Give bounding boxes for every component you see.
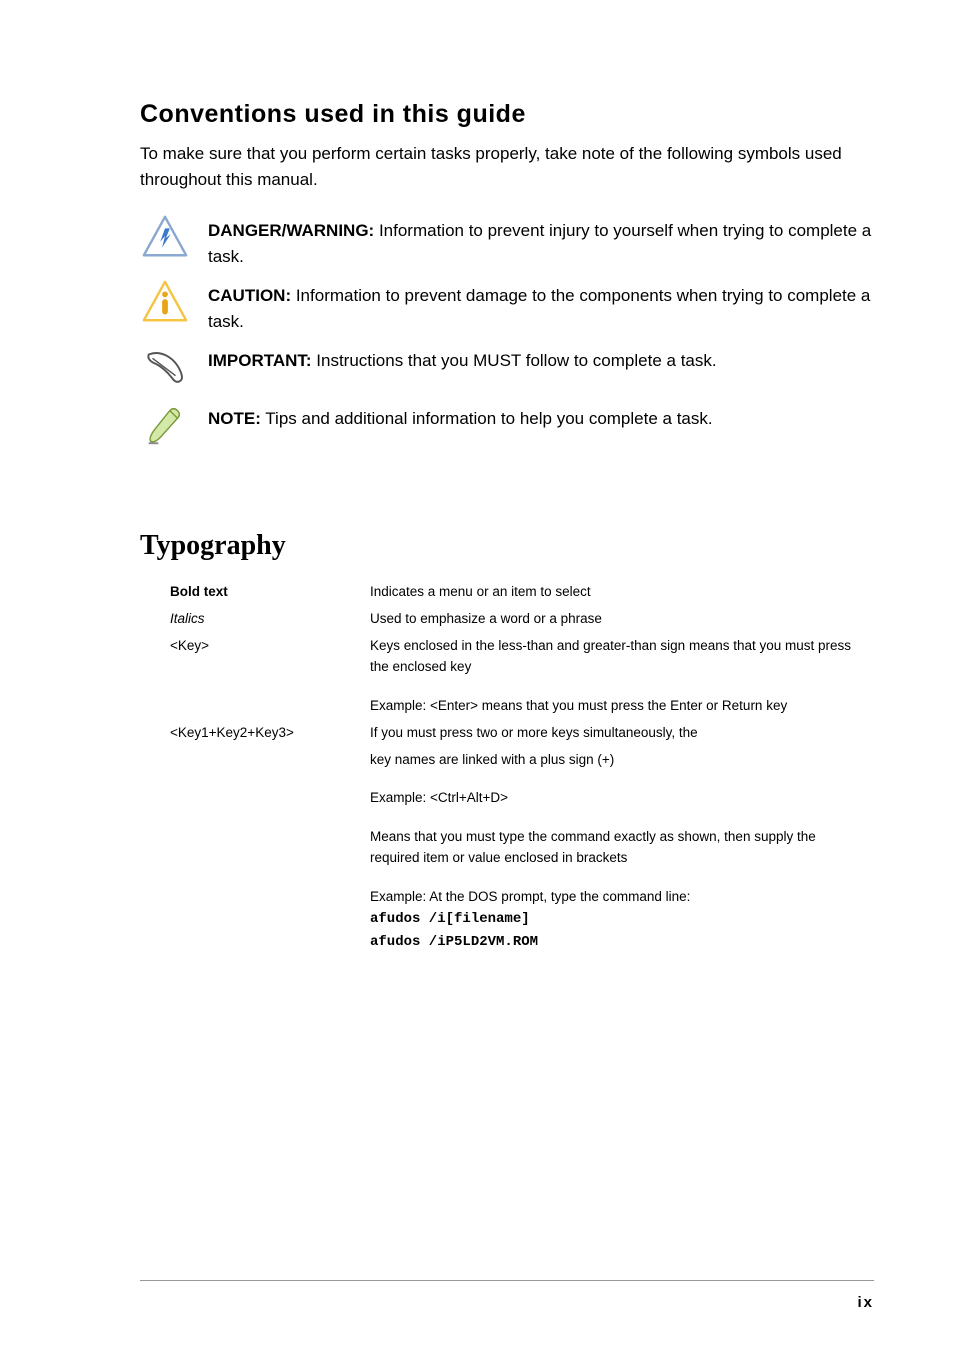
typo-term-key: <Key> [170,636,370,678]
typo-row-example2: Example: <Ctrl+Alt+D> [170,788,874,809]
note-label: NOTE: [208,409,261,428]
typo-term-italics: Italics [170,609,370,630]
convention-danger: DANGER/WARNING: Information to prevent i… [140,212,874,269]
convention-important: IMPORTANT: Instructions that you MUST fo… [140,342,874,392]
typography-table: Bold text Indicates a menu or an item to… [170,582,874,954]
convention-caution: CAUTION: Information to prevent damage t… [140,277,874,334]
conventions-intro: To make sure that you perform certain ta… [140,141,874,192]
convention-important-text: IMPORTANT: Instructions that you MUST fo… [208,342,874,374]
typo-desc-multikey1: If you must press two or more keys simul… [370,723,874,744]
typo-command-desc: Means that you must type the command exa… [370,827,874,869]
note-desc: Tips and additional information to help … [261,409,713,428]
convention-note: NOTE: Tips and additional information to… [140,400,874,450]
caution-label: CAUTION: [208,286,291,305]
typo-row-example1: Example: <Enter> means that you must pre… [170,696,874,717]
typo-row-multikey2: key names are linked with a plus sign (+… [170,750,874,771]
typo-command2: afudos /iP5LD2VM.ROM [370,934,538,950]
typo-term-multikey: <Key1+Key2+Key3> [170,723,370,744]
typo-row-example3: Example: At the DOS prompt, type the com… [170,887,874,953]
typo-row-bold: Bold text Indicates a menu or an item to… [170,582,874,603]
typo-row-key: <Key> Keys enclosed in the less-than and… [170,636,874,678]
typo-row-multikey: <Key1+Key2+Key3> If you must press two o… [170,723,874,744]
danger-label: DANGER/WARNING: [208,221,374,240]
typo-desc-bold: Indicates a menu or an item to select [370,582,874,603]
typo-command1: afudos /i[filename] [370,911,530,927]
important-icon [140,342,190,392]
important-label: IMPORTANT: [208,351,312,370]
typo-example3-intro: Example: At the DOS prompt, type the com… [370,889,690,904]
important-desc: Instructions that you MUST follow to com… [312,351,717,370]
convention-danger-text: DANGER/WARNING: Information to prevent i… [208,212,874,269]
typo-term-bold: Bold text [170,582,370,603]
typo-row-command: Means that you must type the command exa… [170,827,874,869]
caution-icon [140,277,190,327]
caution-desc: Information to prevent damage to the com… [208,286,870,331]
typo-desc-key: Keys enclosed in the less-than and great… [370,636,874,678]
convention-list: DANGER/WARNING: Information to prevent i… [140,212,874,450]
danger-icon [140,212,190,262]
page-number: ix [857,1294,874,1311]
typo-desc-multikey2: key names are linked with a plus sign (+… [370,750,874,771]
typo-example-ctrl: Example: <Ctrl+Alt+D> [370,788,874,809]
typo-desc-italics: Used to emphasize a word or a phrase [370,609,874,630]
typo-example3: Example: At the DOS prompt, type the com… [370,887,874,953]
convention-caution-text: CAUTION: Information to prevent damage t… [208,277,874,334]
typo-example-enter: Example: <Enter> means that you must pre… [370,696,874,717]
footer-divider [140,1280,874,1281]
typo-row-italics: Italics Used to emphasize a word or a ph… [170,609,874,630]
note-icon [140,400,190,450]
convention-note-text: NOTE: Tips and additional information to… [208,400,874,432]
typography-heading: Typography [140,530,874,562]
conventions-title: Conventions used in this guide [140,100,874,129]
